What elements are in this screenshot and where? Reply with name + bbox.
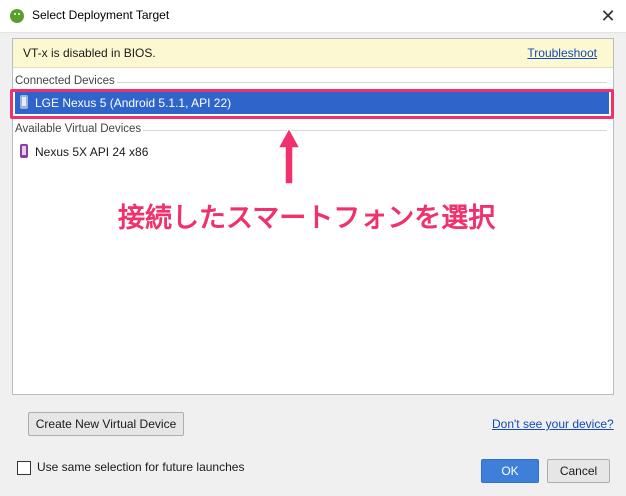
divider — [117, 82, 607, 83]
dont-see-device-link[interactable]: Don't see your device? — [492, 417, 614, 431]
troubleshoot-link[interactable]: Troubleshoot — [527, 46, 597, 60]
device-row-nexus-5x[interactable]: Nexus 5X API 24 x86 — [15, 141, 609, 163]
ok-button[interactable]: OK — [481, 459, 539, 483]
divider — [143, 130, 607, 131]
annotation-text: 接続したスマートフォンを選択 — [118, 203, 496, 234]
device-name: Nexus 5X API 24 x86 — [35, 145, 149, 159]
phone-icon — [20, 144, 28, 158]
up-arrow-icon — [276, 126, 302, 185]
window-title: Select Deployment Target — [32, 8, 170, 22]
group-label-virtual: Available Virtual Devices — [15, 123, 142, 135]
selection-highlight-annotation — [10, 89, 614, 119]
warning-text: VT-x is disabled in BIOS. — [23, 46, 156, 60]
android-studio-icon — [10, 9, 24, 23]
warning-banner: VT-x is disabled in BIOS. Troubleshoot — [13, 39, 613, 68]
same-selection-label: Use same selection for future launches — [37, 460, 245, 474]
cancel-button[interactable]: Cancel — [547, 459, 610, 483]
create-virtual-device-button[interactable]: Create New Virtual Device — [28, 412, 184, 436]
group-label-connected: Connected Devices — [15, 75, 115, 87]
title-bar: Select Deployment Target ✕ — [0, 0, 626, 33]
same-selection-checkbox[interactable] — [17, 461, 31, 475]
close-icon[interactable]: ✕ — [594, 2, 622, 30]
